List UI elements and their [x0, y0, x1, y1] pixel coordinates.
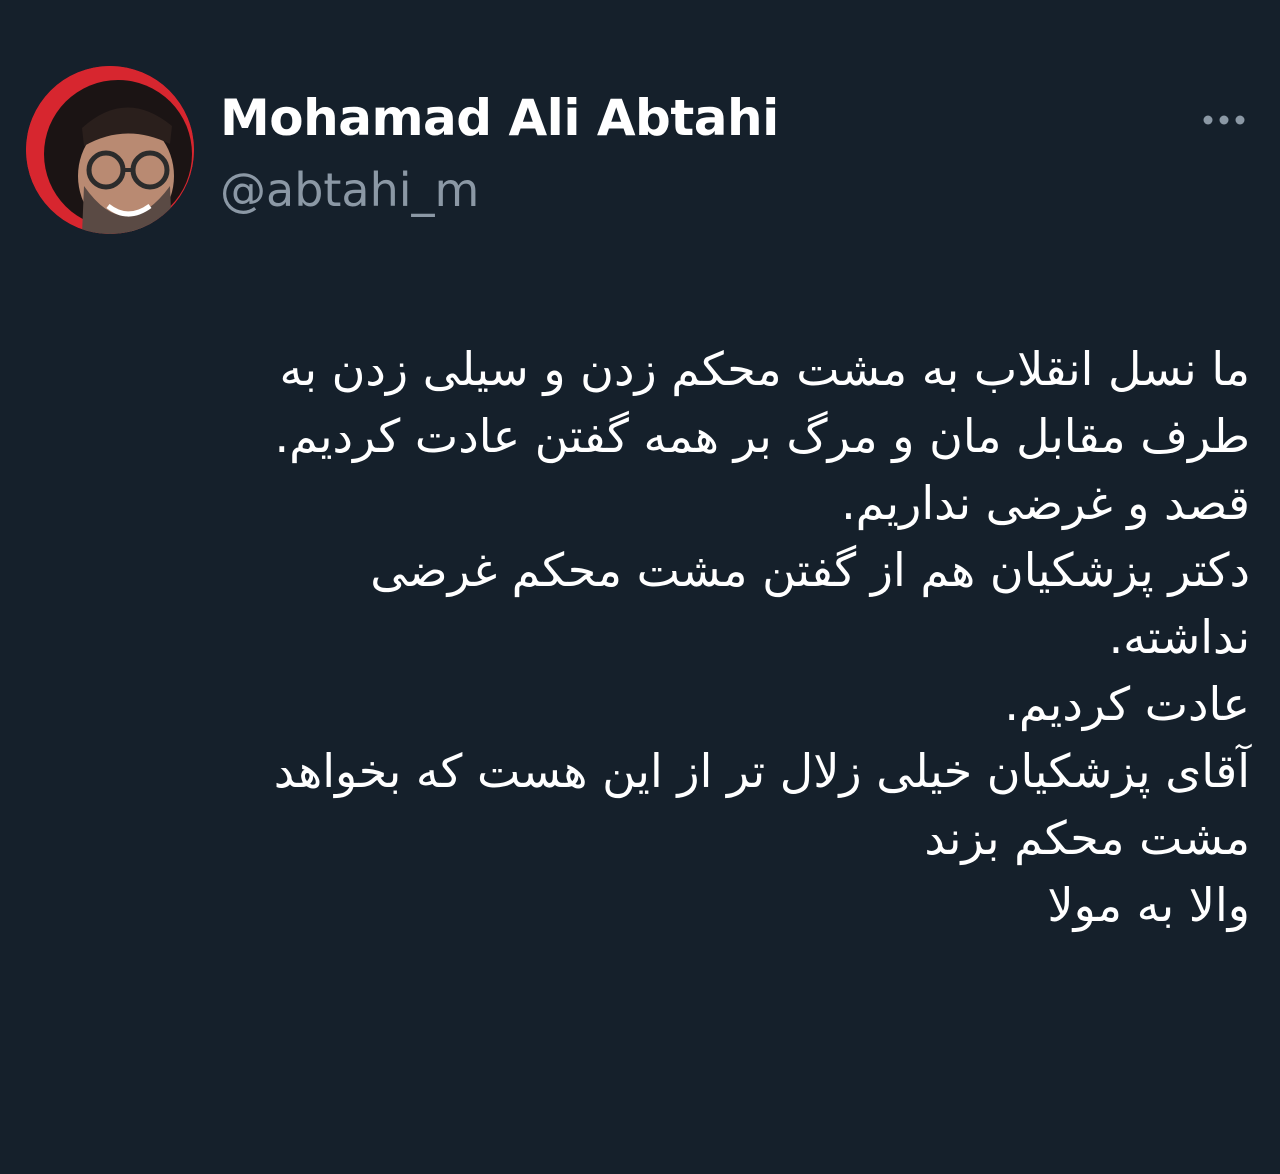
- tweet-text-line: عادت کردیم.: [1004, 677, 1250, 731]
- tweet-text-line: نداشته.: [1108, 610, 1250, 664]
- display-name[interactable]: Mohamad Ali Abtahi: [220, 86, 779, 150]
- tweet-text: ما نسل انقلاب به مشت محکم زدن و سیلی زدن…: [50, 336, 1250, 939]
- tweet-text-line: والا به مولا: [1047, 878, 1250, 932]
- tweet-text-line: مشت محکم بزند: [924, 811, 1250, 865]
- more-horizontal-icon: [1203, 115, 1245, 125]
- tweet-text-line: دکتر پزشکیان هم از گفتن مشت محکم غرضی: [370, 543, 1250, 597]
- avatar[interactable]: [26, 66, 194, 234]
- tweet-card: Mohamad Ali Abtahi @abtahi_m ما نسل انقل…: [0, 0, 1280, 1174]
- user-names: Mohamad Ali Abtahi @abtahi_m: [220, 86, 779, 220]
- user-handle[interactable]: @abtahi_m: [220, 160, 779, 220]
- tweet-text-line: قصد و غرضی نداریم.: [841, 476, 1250, 530]
- more-options-button[interactable]: [1194, 100, 1254, 140]
- tweet-text-line: ما نسل انقلاب به مشت محکم زدن و سیلی زدن…: [279, 342, 1250, 396]
- tweet-text-line: طرف مقابل مان و مرگ بر همه گفتن عادت کرد…: [274, 409, 1250, 463]
- tweet-text-line: آقای پزشکیان خیلی زلال تر از این هست که …: [273, 744, 1250, 798]
- avatar-photo: [26, 66, 194, 234]
- tweet-header: Mohamad Ali Abtahi @abtahi_m: [0, 0, 1280, 260]
